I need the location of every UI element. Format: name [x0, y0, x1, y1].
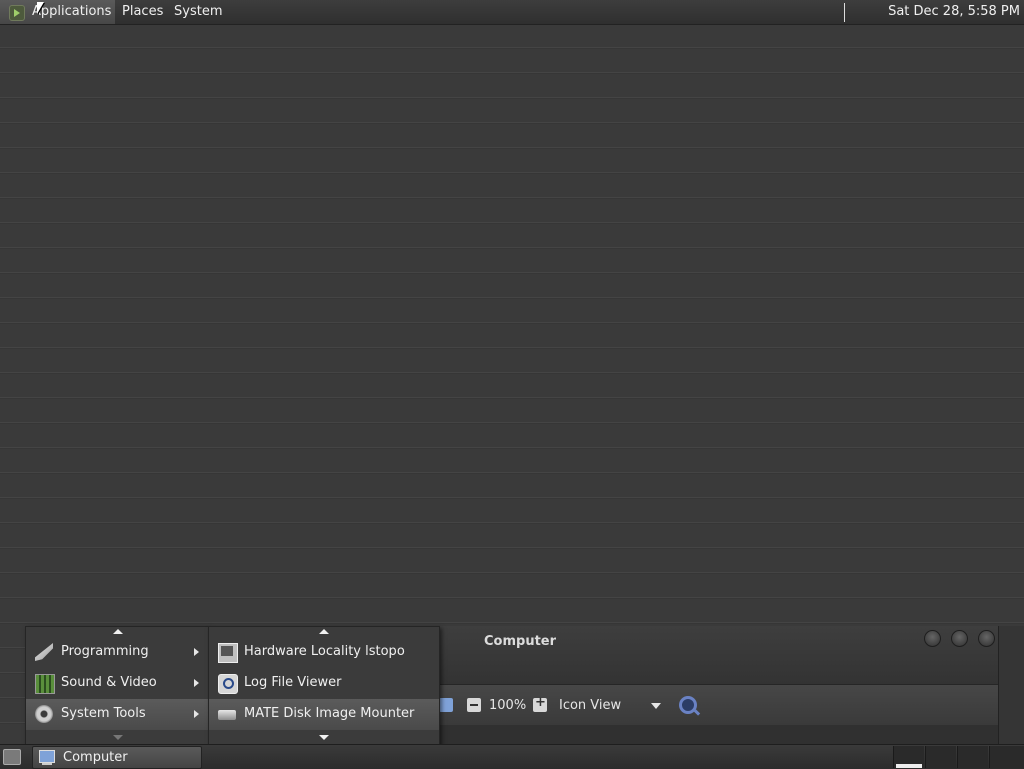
workspace-4[interactable]: [989, 746, 1024, 768]
zoom-out-button[interactable]: [467, 698, 481, 712]
taskbar-button-computer[interactable]: Computer: [32, 746, 202, 769]
window-titlebar[interactable]: Computer: [439, 626, 999, 684]
window-title: Computer: [484, 634, 557, 649]
scroll-up-arrow-icon[interactable]: [319, 629, 329, 634]
menu-item-sound-video[interactable]: Sound & Video: [26, 668, 209, 699]
system-tools-submenu: Hardware Locality lstopo Log File Viewer…: [208, 626, 440, 746]
top-panel: Applications Places System Sat Dec 28, 5…: [0, 0, 1024, 25]
search-icon[interactable]: [679, 696, 697, 714]
disk-icon: [218, 710, 236, 720]
view-mode-select[interactable]: Icon View: [559, 698, 621, 713]
scroll-down-arrow-icon[interactable]: [112, 735, 123, 740]
menu-item-log-file-viewer[interactable]: Log File Viewer: [209, 668, 439, 699]
window-edge: [998, 626, 1024, 744]
mouse-pointer-icon: [37, 2, 44, 14]
close-button[interactable]: [978, 630, 995, 647]
bottom-panel: Computer: [0, 744, 1024, 769]
taskbar-button-label: Computer: [63, 750, 128, 765]
workspace-1[interactable]: [893, 746, 924, 768]
file-manager-window: Computer 100% Icon View: [438, 626, 999, 744]
log-viewer-icon: [218, 674, 238, 694]
menu-item-label: MATE Disk Image Mounter: [244, 706, 415, 721]
computer-icon[interactable]: [439, 698, 453, 712]
show-desktop-icon[interactable]: [3, 749, 21, 765]
menu-item-programming[interactable]: Programming: [26, 637, 209, 668]
file-manager-toolbar: 100% Icon View: [439, 684, 999, 725]
minimize-button[interactable]: [924, 630, 941, 647]
places-menu[interactable]: Places: [122, 4, 163, 19]
submenu-arrow-icon: [194, 679, 199, 687]
clock[interactable]: Sat Dec 28, 5:58 PM: [888, 4, 1020, 19]
menu-item-system-tools[interactable]: System Tools: [26, 699, 209, 730]
hardware-icon: [218, 643, 238, 663]
menu-item-hardware-locality[interactable]: Hardware Locality lstopo: [209, 637, 439, 668]
maximize-button[interactable]: [951, 630, 968, 647]
computer-icon: [39, 750, 55, 765]
scroll-up-arrow-icon[interactable]: [112, 629, 123, 634]
menu-item-label: Log File Viewer: [244, 675, 342, 690]
workspace-2[interactable]: [925, 746, 956, 768]
scroll-down-arrow-icon[interactable]: [319, 735, 329, 740]
gear-icon: [35, 705, 53, 723]
sound-video-icon: [35, 674, 55, 694]
submenu-arrow-icon: [194, 648, 199, 656]
menu-item-label: Programming: [61, 644, 149, 659]
menu-item-disk-image-mounter[interactable]: MATE Disk Image Mounter: [209, 699, 439, 730]
chevron-down-icon[interactable]: [651, 703, 661, 709]
menu-item-label: Sound & Video: [61, 675, 157, 690]
applications-menu-button[interactable]: Applications: [0, 0, 115, 24]
mate-logo-icon: [9, 5, 25, 21]
panel-separator: [844, 3, 845, 22]
programming-icon: [35, 643, 53, 661]
system-menu[interactable]: System: [174, 4, 222, 19]
zoom-in-button[interactable]: [533, 695, 547, 712]
menu-item-label: System Tools: [61, 706, 146, 721]
zoom-level: 100%: [489, 698, 527, 713]
menu-item-label: Hardware Locality lstopo: [244, 644, 405, 659]
submenu-arrow-icon: [194, 710, 199, 718]
applications-submenu: Programming Sound & Video System Tools: [25, 626, 210, 746]
workspace-3[interactable]: [957, 746, 988, 768]
